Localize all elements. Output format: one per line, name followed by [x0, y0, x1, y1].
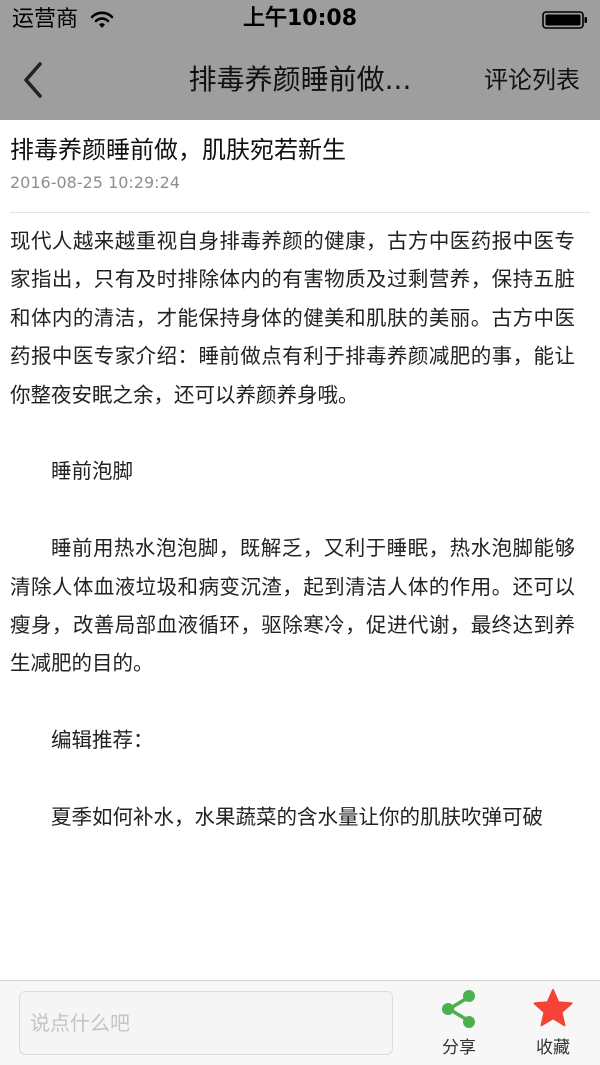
- article-paragraph: 现代人越来越重视自身排毒养颜的健康，古方中医药报中医专家指出，只有及时排除体内的…: [10, 229, 575, 407]
- article-subheading: 睡前泡脚: [51, 459, 133, 484]
- share-label: 分享: [442, 1038, 476, 1058]
- bottom-toolbar: 分享 收藏: [0, 980, 600, 1065]
- favorite-label: 收藏: [536, 1038, 570, 1058]
- share-icon: [442, 990, 475, 1028]
- favorite-button[interactable]: 收藏: [518, 987, 588, 1063]
- article-title: 排毒养颜睡前做，肌肤宛若新生: [10, 136, 346, 164]
- nav-title: 排毒养颜睡前做...: [188, 63, 412, 96]
- header: 运营商 上午10:08 排毒养颜睡前做... 评论列表: [0, 0, 600, 120]
- status-time: 上午10:08: [242, 6, 358, 31]
- comment-input[interactable]: [19, 991, 393, 1055]
- recommended-article-link[interactable]: 夏季如何补水，水果蔬菜的含水量让你的肌肤吹弹可破: [10, 798, 575, 836]
- editor-recommend-label: 编辑推荐：: [51, 728, 154, 753]
- article-detail-screen: 运营商 上午10:08 排毒养颜睡前做... 评论列表 排毒养颜睡前做，肌肤宛若…: [0, 0, 600, 1065]
- comment-list-button[interactable]: 评论列表: [484, 40, 580, 120]
- article-date: 2016-08-25 10:29:24: [10, 173, 180, 192]
- battery-icon: [542, 11, 587, 29]
- status-bar: 运营商 上午10:08: [0, 0, 600, 40]
- article-paragraph: 睡前用热水泡泡脚，既解乏，又利于睡眠，热水泡脚能够清除人体血液垃圾和病变沉渣，起…: [10, 536, 575, 676]
- chevron-left-icon: [24, 62, 42, 98]
- share-button[interactable]: 分享: [424, 987, 494, 1063]
- nav-bar: 排毒养颜睡前做... 评论列表: [0, 40, 600, 120]
- article-content: 排毒养颜睡前做，肌肤宛若新生 2016-08-25 10:29:24 现代人越来…: [0, 120, 600, 980]
- article-body: 现代人越来越重视自身排毒养颜的健康，古方中医药报中医专家指出，只有及时排除体内的…: [10, 222, 575, 836]
- back-button[interactable]: [14, 58, 54, 102]
- divider: [10, 212, 590, 213]
- star-icon: [533, 989, 573, 1027]
